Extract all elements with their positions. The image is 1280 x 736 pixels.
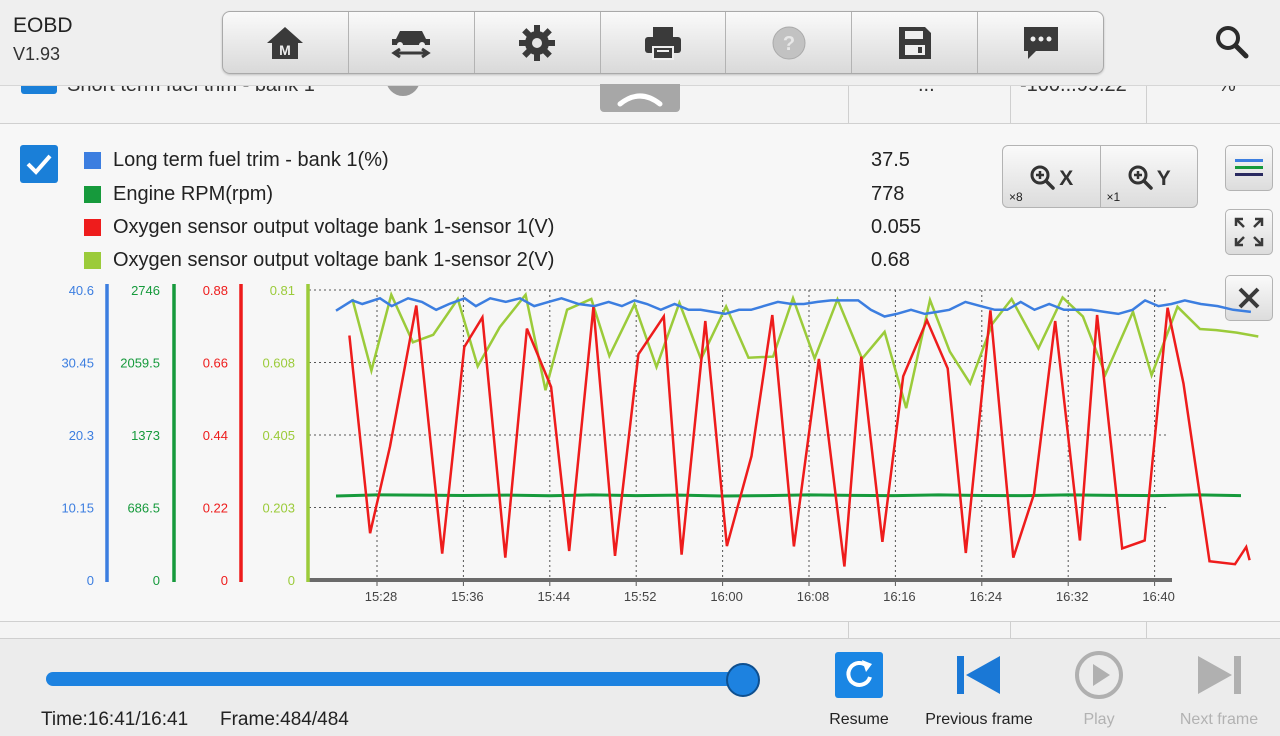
home-icon: M [267, 26, 304, 59]
x-tick-label: 16:32 [1056, 589, 1089, 604]
skip-forward-icon [1198, 656, 1241, 694]
search-icon [1216, 26, 1249, 59]
top-bar: EOBD V1.93 M ? [0, 0, 1280, 86]
live-data-chart: 15:28 15:36 15:44 15:52 16:00 16:08 16:16 16:24… [61, 283, 1259, 604]
previous-row-value: ... [918, 86, 935, 97]
previous-row-name: Short term fuel trim - bank 1 [67, 86, 315, 97]
y-tick-label: 10.15 [61, 501, 94, 516]
playback-bar: Time:16:41/16:41 Frame:484/484 Resume Pr… [0, 638, 1280, 736]
x-tick-label: 16:08 [797, 589, 830, 604]
vehicle-swap-icon [391, 30, 431, 58]
save-button[interactable] [852, 12, 979, 73]
previous-frame-button[interactable]: Previous frame [919, 649, 1039, 729]
x-tick-label: 16:16 [883, 589, 916, 604]
playback-slider[interactable] [46, 672, 746, 686]
play-icon [1075, 651, 1123, 699]
y-tick-label: 2746 [131, 283, 160, 298]
y-tick-label: 20.3 [69, 428, 94, 443]
info-icon[interactable] [386, 86, 420, 96]
resume-label: Resume [829, 711, 889, 728]
y-tick-label: 0.608 [262, 356, 295, 371]
chevron-up-icon [617, 93, 663, 107]
x-tick-label: 15:44 [538, 589, 571, 604]
y-tick-label: 0.88 [203, 283, 228, 298]
previous-frame-label: Previous frame [925, 711, 1033, 728]
x-tick-label: 15:52 [624, 589, 657, 604]
svg-text:M: M [280, 42, 292, 58]
y-tick-label: 686.5 [127, 501, 160, 516]
collapse-button[interactable] [600, 84, 680, 112]
frame-label: Frame:484/484 [220, 709, 349, 730]
y-tick-label: 0.203 [262, 501, 295, 516]
refresh-icon [835, 652, 883, 698]
previous-row-unit: % [1218, 86, 1236, 97]
y-tick-label: 0 [288, 573, 295, 588]
y-tick-label: 0.22 [203, 501, 228, 516]
play-label: Play [1083, 711, 1115, 728]
feedback-icon [1023, 26, 1058, 59]
next-frame-label: Next frame [1179, 711, 1259, 728]
search-button[interactable] [1210, 22, 1254, 62]
y-tick-label: 1373 [131, 428, 160, 443]
next-parameter-row [0, 622, 1280, 638]
x-tick-label: 15:28 [365, 589, 398, 604]
play-button[interactable]: Play [1039, 649, 1159, 729]
y-tick-label: 0.66 [203, 356, 228, 371]
y-tick-label: 0 [153, 573, 160, 588]
series-line [348, 305, 1251, 567]
save-icon [898, 26, 931, 59]
previous-row-checkbox[interactable] [21, 86, 57, 94]
time-label: Time:16:41/16:41 [41, 709, 189, 730]
y-tick-label: 0 [221, 573, 228, 588]
svg-text:?: ? [783, 33, 795, 55]
skip-back-icon [957, 656, 1000, 694]
playback-slider-thumb[interactable] [726, 663, 760, 697]
main-toolbar: M ? [222, 11, 1104, 74]
y-tick-label: 2059.5 [120, 356, 160, 371]
vehicle-swap-button[interactable] [349, 12, 475, 73]
feedback-button[interactable] [978, 12, 1103, 73]
x-tick-label: 15:36 [451, 589, 484, 604]
x-tick-label: 16:24 [970, 589, 1003, 604]
help-icon: ? [772, 26, 806, 59]
y-tick-label: 30.45 [61, 356, 94, 371]
y-tick-label: 0.81 [270, 283, 295, 298]
settings-button[interactable] [475, 12, 601, 73]
app-title: EOBD [13, 14, 73, 37]
print-button[interactable] [601, 12, 727, 73]
y-tick-label: 0.44 [203, 428, 228, 443]
home-button[interactable]: M [223, 12, 349, 73]
y-tick-label: 0 [87, 573, 94, 588]
y-tick-label: 40.6 [69, 283, 94, 298]
settings-icon [519, 24, 556, 61]
resume-button[interactable]: Resume [799, 649, 919, 729]
print-icon [645, 26, 681, 60]
previous-row-range: -100...99.22 [1020, 86, 1127, 97]
app-version: V1.93 [13, 44, 61, 64]
x-tick-label: 16:00 [710, 589, 743, 604]
next-frame-button[interactable]: Next frame [1159, 649, 1279, 729]
x-tick-label: 16:40 [1142, 589, 1175, 604]
help-button[interactable]: ? [726, 12, 853, 73]
y-tick-label: 0.405 [262, 428, 295, 443]
